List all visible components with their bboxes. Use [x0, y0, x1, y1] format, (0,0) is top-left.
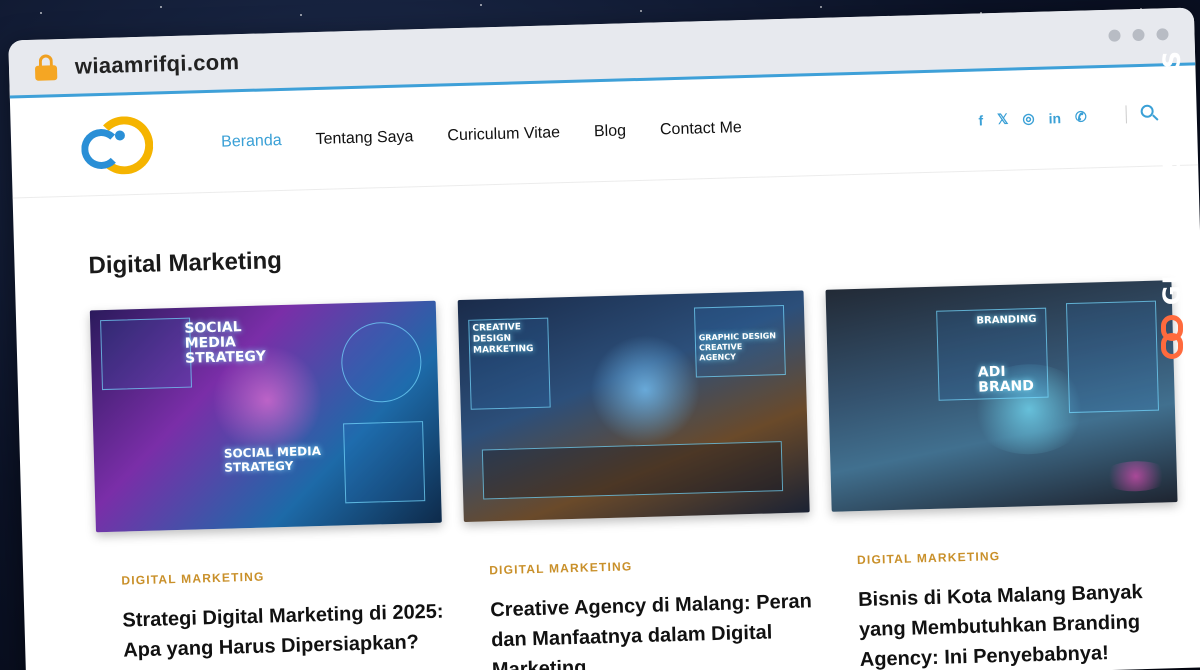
linkedin-icon[interactable]: in: [1048, 110, 1061, 126]
lock-icon: [34, 53, 58, 81]
image-text: ADI BRAND: [977, 363, 1035, 396]
post-category[interactable]: DIGITAL MARKETING: [833, 544, 1179, 568]
image-text: GRAPHIC DESIGN CREATIVE AGENCY: [698, 331, 777, 363]
post-category[interactable]: DIGITAL MARKETING: [465, 554, 811, 578]
window-dot-icon[interactable]: [1156, 28, 1169, 41]
image-text: SOCIAL MEDIA STRATEGY: [184, 319, 266, 367]
nav-item-tentang-saya[interactable]: Tentang Saya: [315, 128, 413, 149]
facebook-icon[interactable]: f: [978, 112, 983, 128]
nav-item-beranda[interactable]: Beranda: [221, 131, 282, 151]
page-title: Digital Marketing: [88, 247, 283, 280]
post-thumbnail[interactable]: CREATIVE DESIGN MARKETING GRAPHIC DESIGN…: [457, 290, 810, 523]
image-text: BRANDING: [976, 313, 1037, 327]
post-title[interactable]: Bisnis di Kota Malang Banyak yang Membut…: [834, 576, 1182, 670]
watermark-text: GUESTPOSTLINKS: [1158, 50, 1186, 306]
nav-item-curiculum-vitae[interactable]: Curiculum Vitae: [447, 124, 560, 145]
post-grid: SOCIAL MEDIA STRATEGY SOCIAL MEDIA STRAT…: [89, 280, 1178, 670]
browser-window: wiaamrifqi.com Beranda Tentang Saya Curi…: [8, 7, 1200, 670]
post-title[interactable]: Strategi Digital Marketing di 2025: Apa …: [98, 597, 446, 667]
site-logo[interactable]: [80, 109, 162, 181]
main-nav: Beranda Tentang Saya Curiculum Vitae Blo…: [221, 119, 742, 152]
watermark: GUESTPOSTLINKS: [1152, 50, 1192, 360]
window-dot-icon[interactable]: [1132, 28, 1145, 42]
post-card[interactable]: CREATIVE DESIGN MARKETING GRAPHIC DESIGN…: [457, 290, 815, 670]
post-thumbnail[interactable]: SOCIAL MEDIA STRATEGY SOCIAL MEDIA STRAT…: [89, 300, 442, 533]
post-thumbnail[interactable]: BRANDING ADI BRAND: [825, 280, 1178, 512]
nav-item-blog[interactable]: Blog: [594, 122, 627, 141]
x-icon[interactable]: 𝕏: [997, 111, 1009, 128]
post-card[interactable]: SOCIAL MEDIA STRATEGY SOCIAL MEDIA STRAT…: [89, 300, 447, 670]
image-text: SOCIAL MEDIA STRATEGY: [223, 443, 322, 475]
image-text: CREATIVE DESIGN MARKETING: [472, 322, 534, 356]
divider: [1125, 105, 1127, 124]
window-dot-icon[interactable]: [1108, 29, 1121, 42]
post-card[interactable]: BRANDING ADI BRAND DIGITAL MARKETING Bis…: [825, 280, 1183, 670]
window-controls: [1108, 28, 1169, 42]
post-title[interactable]: Creative Agency di Malang: Peran dan Man…: [466, 586, 814, 670]
nav-item-contact-me[interactable]: Contact Me: [660, 119, 742, 139]
link-icon: [1159, 315, 1185, 360]
whatsapp-icon[interactable]: ✆: [1075, 108, 1087, 125]
post-category[interactable]: DIGITAL MARKETING: [97, 565, 443, 589]
url-text[interactable]: wiaamrifqi.com: [75, 49, 240, 80]
main-content: Digital Marketing SOCIAL MEDIA STRATEGY …: [13, 165, 1200, 670]
social-links: f 𝕏 ◎ in ✆: [978, 108, 1087, 128]
instagram-icon[interactable]: ◎: [1022, 110, 1035, 127]
